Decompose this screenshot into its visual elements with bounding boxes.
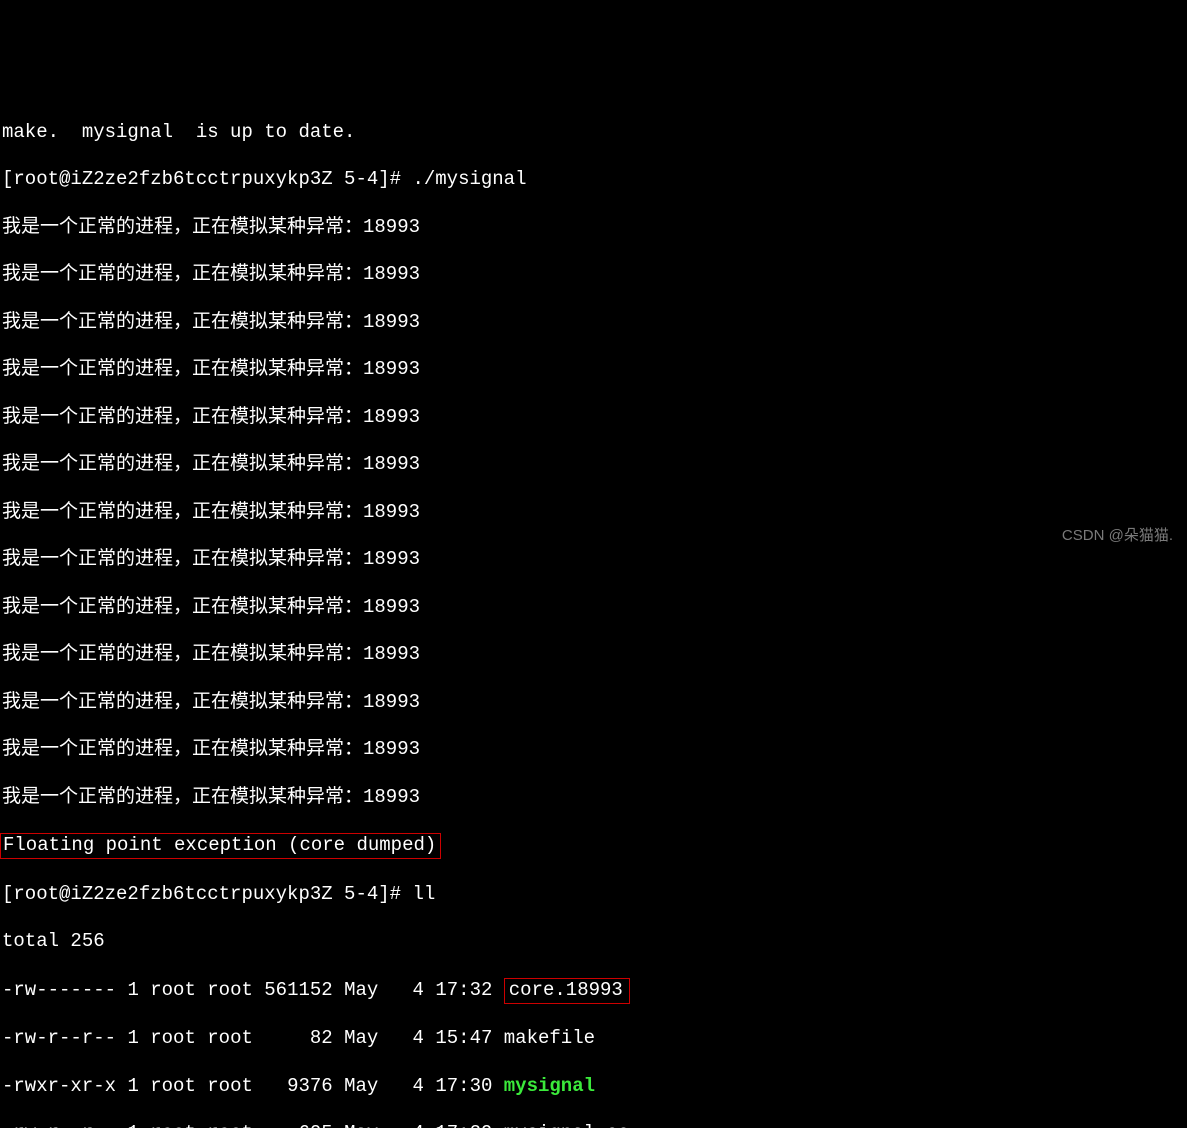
- ls-time: 17:29: [435, 1122, 492, 1128]
- process-line: 我是一个正常的进程，正在模拟某种异常：18993: [2, 548, 1185, 572]
- ls-time: 17:32: [435, 979, 492, 1001]
- prompt-text: [root@iZ2ze2fzb6tcctrpuxykp3Z 5-4]#: [2, 168, 412, 190]
- ls-day: 4: [390, 1075, 424, 1097]
- ls-row: -rw-r--r-- 1 root root 82 May 4 15:47 ma…: [2, 1027, 1185, 1051]
- ls-day: 4: [390, 979, 424, 1001]
- exception-line: Floating point exception (core dumped): [2, 833, 1185, 859]
- command-2: ll: [412, 883, 435, 905]
- ls-links: 1: [127, 979, 138, 1001]
- ls-size: 605: [264, 1122, 332, 1128]
- ls-day: 4: [390, 1027, 424, 1049]
- process-line: 我是一个正常的进程，正在模拟某种异常：18993: [2, 786, 1185, 810]
- process-line: 我是一个正常的进程，正在模拟某种异常：18993: [2, 596, 1185, 620]
- process-line: 我是一个正常的进程，正在模拟某种异常：18993: [2, 263, 1185, 287]
- total-line: total 256: [2, 930, 1185, 954]
- ls-month: May: [344, 1075, 378, 1097]
- exception-highlight: Floating point exception (core dumped): [0, 833, 441, 859]
- ls-row: -rw-r--r-- 1 root root 605 May 4 17:29 m…: [2, 1122, 1185, 1128]
- process-line: 我是一个正常的进程，正在模拟某种异常：18993: [2, 691, 1185, 715]
- ls-perm: -rwxr-xr-x: [2, 1075, 116, 1097]
- process-line: 我是一个正常的进程，正在模拟某种异常：18993: [2, 216, 1185, 240]
- ls-links: 1: [127, 1027, 138, 1049]
- process-line: 我是一个正常的进程，正在模拟某种异常：18993: [2, 358, 1185, 382]
- ls-owner: root: [150, 1122, 196, 1128]
- ls-group: root: [207, 1075, 253, 1097]
- ls-group: root: [207, 1122, 253, 1128]
- process-line: 我是一个正常的进程，正在模拟某种异常：18993: [2, 311, 1185, 335]
- ls-month: May: [344, 1027, 378, 1049]
- prompt-line-1: [root@iZ2ze2fzb6tcctrpuxykp3Z 5-4]# ./my…: [2, 168, 1185, 192]
- ls-month: May: [344, 979, 378, 1001]
- ls-owner: root: [150, 979, 196, 1001]
- ls-group: root: [207, 1027, 253, 1049]
- watermark-text: CSDN @朵猫猫.: [1062, 527, 1173, 546]
- process-line: 我是一个正常的进程，正在模拟某种异常：18993: [2, 738, 1185, 762]
- ls-group: root: [207, 979, 253, 1001]
- process-line: 我是一个正常的进程，正在模拟某种异常：18993: [2, 643, 1185, 667]
- ls-row: -rw------- 1 root root 561152 May 4 17:3…: [2, 978, 1185, 1004]
- ls-owner: root: [150, 1075, 196, 1097]
- ls-perm: -rw-------: [2, 979, 116, 1001]
- core-file-highlight: core.18993: [504, 978, 630, 1004]
- ls-time: 15:47: [435, 1027, 492, 1049]
- partial-line: make. mysignal is up to date.: [2, 121, 1185, 145]
- ls-month: May: [344, 1122, 378, 1128]
- ls-perm: -rw-r--r--: [2, 1122, 116, 1128]
- prompt-line-2: [root@iZ2ze2fzb6tcctrpuxykp3Z 5-4]# ll: [2, 883, 1185, 907]
- ls-size: 9376: [264, 1075, 332, 1097]
- ls-size: 82: [264, 1027, 332, 1049]
- terminal-output[interactable]: make. mysignal is up to date. [root@iZ2z…: [0, 95, 1187, 1128]
- ls-links: 1: [127, 1122, 138, 1128]
- ls-row: -rwxr-xr-x 1 root root 9376 May 4 17:30 …: [2, 1075, 1185, 1099]
- command-1: ./mysignal: [412, 168, 526, 190]
- ls-time: 17:30: [435, 1075, 492, 1097]
- ls-perm: -rw-r--r--: [2, 1027, 116, 1049]
- ls-owner: root: [150, 1027, 196, 1049]
- ls-links: 1: [127, 1075, 138, 1097]
- ls-size: 561152: [264, 979, 332, 1001]
- process-line: 我是一个正常的进程，正在模拟某种异常：18993: [2, 406, 1185, 430]
- ls-name-exec: mysignal: [504, 1075, 595, 1097]
- ls-name: makefile: [504, 1027, 595, 1049]
- ls-name: mysignal.cc: [504, 1122, 629, 1128]
- process-line: 我是一个正常的进程，正在模拟某种异常：18993: [2, 501, 1185, 525]
- prompt-text: [root@iZ2ze2fzb6tcctrpuxykp3Z 5-4]#: [2, 883, 412, 905]
- process-line: 我是一个正常的进程，正在模拟某种异常：18993: [2, 453, 1185, 477]
- ls-day: 4: [390, 1122, 424, 1128]
